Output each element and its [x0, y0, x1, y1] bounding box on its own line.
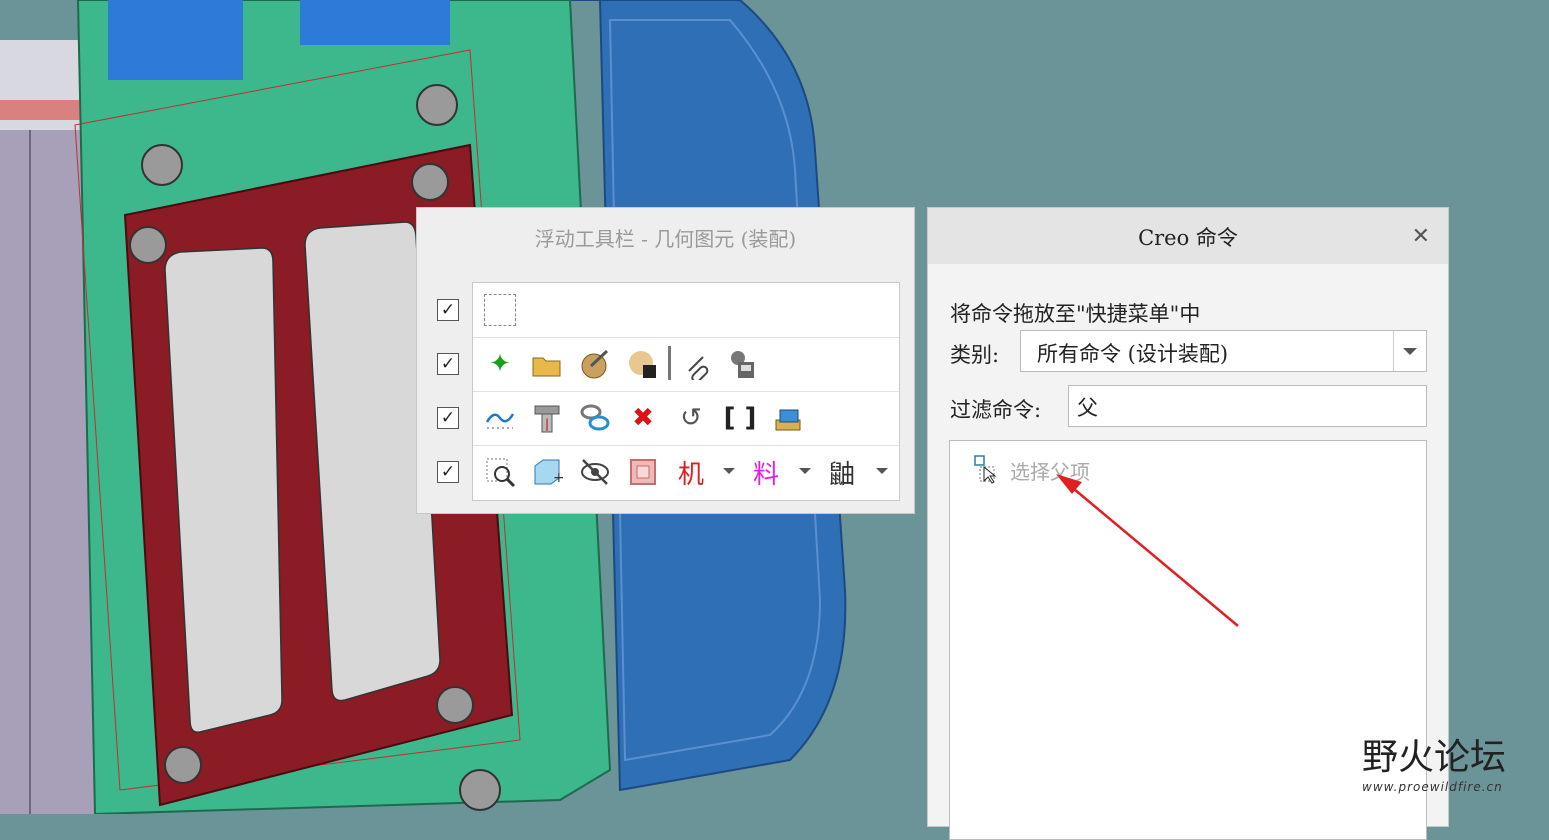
watermark-url: www.proewildfire.cn	[1362, 780, 1503, 794]
watermark-text: 野火论坛	[1362, 737, 1507, 778]
annotation-arrow	[1056, 474, 1239, 627]
watermark-logo: 野火论坛 www.proewildfire.cn	[1362, 728, 1542, 808]
